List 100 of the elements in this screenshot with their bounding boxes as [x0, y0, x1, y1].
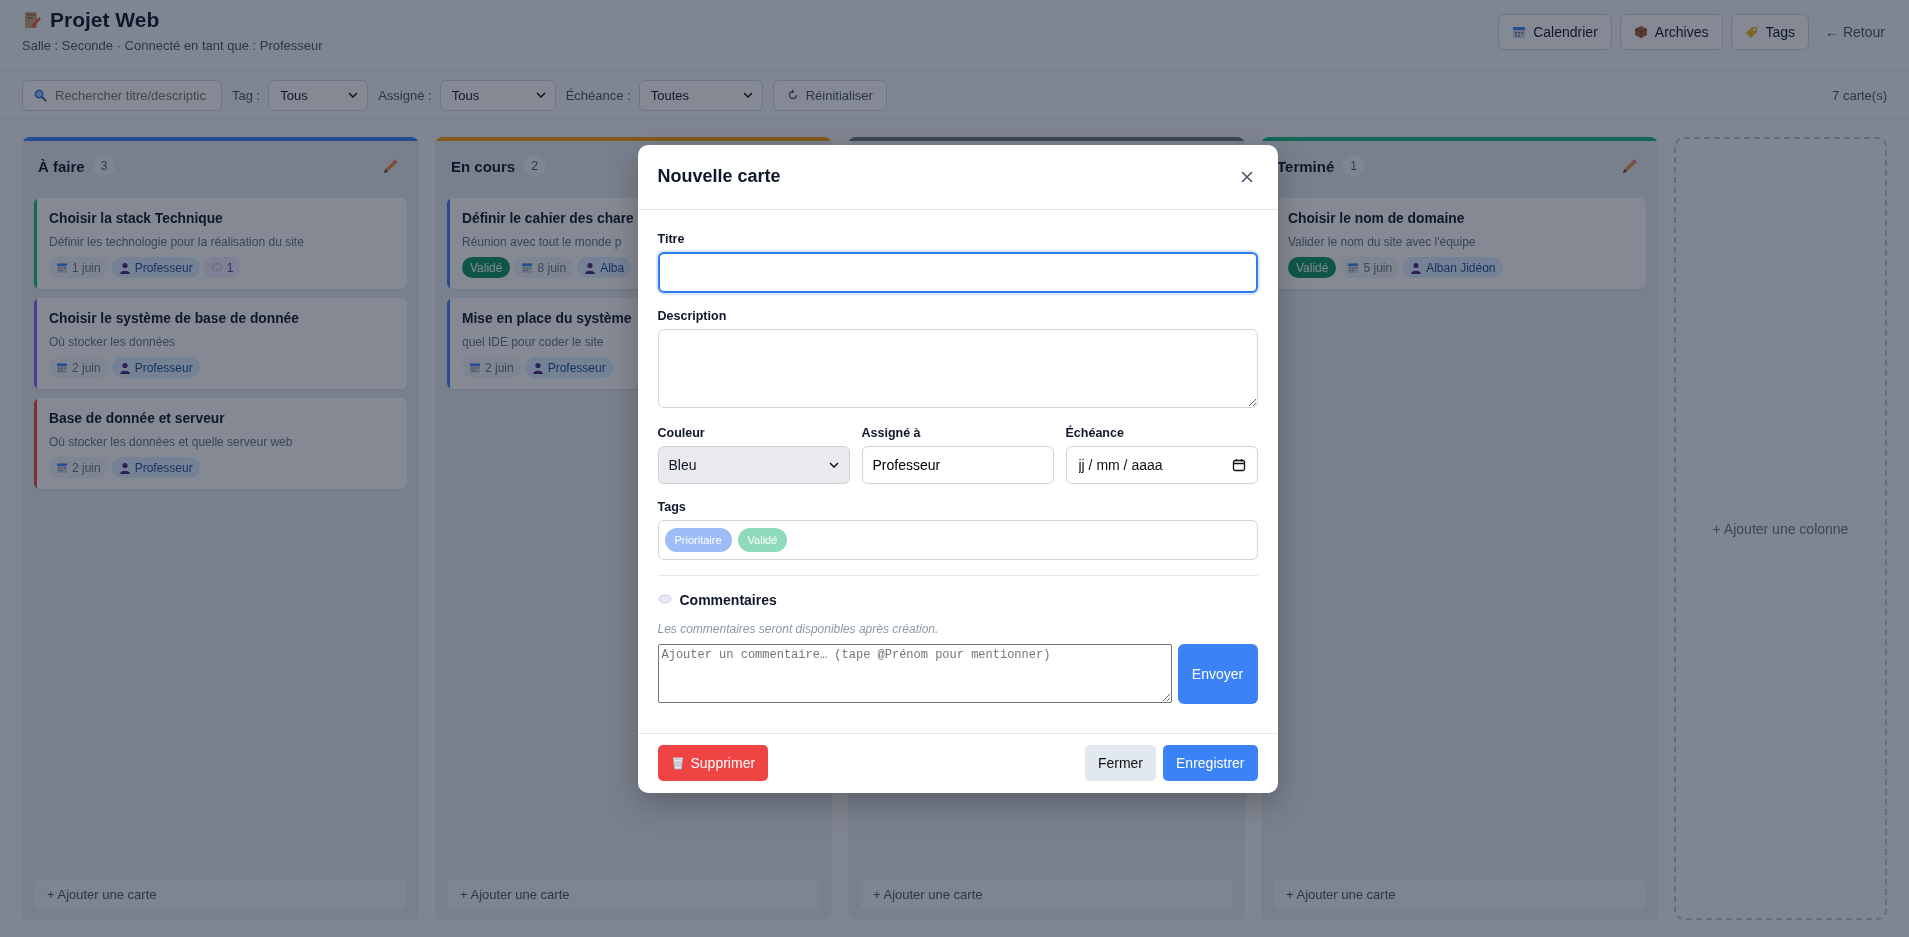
comment-count: 1 [226, 260, 234, 275]
add-card-button[interactable]: + Ajouter une carte [34, 879, 407, 910]
comment-input[interactable]: Ajouter un commentaire… (tape @Prénom pour mentionner) [657, 643, 1172, 703]
save-button[interactable]: Enregistrer [1163, 745, 1258, 781]
assignee-name: Alba [600, 260, 625, 275]
back-link[interactable]: ← Retour [1825, 24, 1885, 40]
color-dropdown[interactable]: Bleu [657, 445, 850, 484]
card-title: Base de donnée et serveur [49, 411, 225, 426]
calendar-icon [521, 261, 534, 274]
card-description: Définir les technologie pour la réalisation du site [49, 235, 304, 249]
due-date: 5 juin [1363, 260, 1393, 275]
title-input[interactable] [657, 251, 1258, 293]
notepad-icon [22, 10, 42, 30]
add-card-button[interactable]: + Ajouter une carte [1273, 879, 1646, 910]
field-label: Assigné à [861, 425, 922, 440]
person-icon [118, 261, 131, 274]
person-icon [1410, 261, 1423, 274]
assignee-name: Professeur [134, 360, 193, 375]
calendar-icon[interactable] [1231, 457, 1246, 472]
trash-icon [670, 756, 685, 770]
assignee-input[interactable]: Professeur [861, 445, 1054, 484]
card-title: Mise en place du système [462, 311, 632, 326]
tag-icon [1744, 25, 1759, 39]
calendar-icon [56, 261, 68, 274]
assignee-name: Professeur [134, 460, 193, 475]
refresh-icon [786, 89, 799, 101]
due-date: 8 juin [537, 260, 567, 275]
due-date: 1 juin [72, 260, 101, 275]
column-count: 1 [1342, 156, 1365, 176]
add-card-button[interactable]: + Ajouter une carte [447, 879, 820, 910]
chevron-down-icon [742, 92, 753, 98]
box-icon [1633, 25, 1648, 39]
field-label: Couleur [657, 425, 706, 440]
column-count: 2 [523, 156, 546, 176]
filter-label: Assigné : [378, 87, 432, 103]
archives-button[interactable]: Archives [1619, 14, 1723, 50]
person-icon [118, 361, 131, 374]
project-subtitle: Salle : Seconde · Connecté en tant que : Professeur [22, 38, 323, 53]
status-tag: Validé [462, 257, 511, 278]
calendar-icon [469, 361, 481, 374]
task-card[interactable]: Choisir le système de base de donnée Où stocker les données 2 juin Professeur [34, 298, 407, 389]
due-date-input[interactable]: jj / mm / aaaa [1065, 445, 1258, 484]
due-date: 2 juin [72, 460, 101, 475]
add-column-button[interactable]: + Ajouter une colonne [1674, 137, 1887, 920]
card-description: Où stocker les données et quelle serveur web [49, 435, 293, 449]
filter-dropdown[interactable]: Tous [268, 79, 369, 111]
task-card[interactable]: Base de donnée et serveur Où stocker les données et quelle serveur web 2 juin Professeur [34, 398, 407, 489]
calendar-button[interactable]: Calendrier [1498, 14, 1612, 50]
column-title: À faire [38, 157, 85, 175]
delete-button[interactable]: Supprimer [657, 745, 769, 781]
speech-bubble-icon [210, 261, 223, 274]
close-button[interactable]: Fermer [1084, 745, 1157, 781]
status-tag: Validé [1288, 257, 1337, 278]
chevron-down-icon [535, 92, 546, 98]
card-title: Définir le cahier des chare [462, 211, 634, 226]
description-input[interactable] [657, 328, 1258, 408]
speech-bubble-icon [657, 592, 672, 607]
column-title: En cours [451, 157, 516, 175]
person-icon [118, 461, 131, 474]
tags-button[interactable]: Tags [1730, 14, 1810, 50]
dialog-title: Nouvelle carte [657, 166, 781, 187]
filter-label: Tag : [232, 87, 261, 103]
calendar-icon [1347, 261, 1360, 274]
assignee-name: Professeur [547, 360, 606, 375]
filter-dropdown[interactable]: Toutes [638, 79, 763, 111]
task-card[interactable]: Choisir la stack Technique Définir les technologie pour la réalisation du site 1 juin Professeur 1 [34, 198, 407, 289]
person-icon [584, 261, 597, 274]
calendar-icon [1512, 25, 1527, 39]
card-title: Choisir le système de base de donnée [49, 311, 299, 326]
assignee-name: Alban Jidéon [1426, 260, 1496, 275]
search-field[interactable]: Rechercher titre/descriptic [22, 79, 222, 111]
card-title: Choisir la stack Technique [49, 211, 223, 226]
card-description: quel IDE pour coder le site [462, 335, 604, 349]
search-icon [34, 88, 47, 102]
due-date: 2 juin [485, 360, 514, 375]
close-icon[interactable] [1239, 169, 1254, 184]
calendar-icon [56, 361, 68, 374]
card-description: Réunion avec tout le monde p [462, 235, 622, 249]
filter-label: Échéance : [565, 87, 631, 103]
field-label: Description [657, 308, 728, 323]
column-title: Terminé [1277, 157, 1335, 175]
comments-heading: Commentaires [679, 591, 777, 608]
person-icon [531, 361, 544, 374]
filter-dropdown[interactable]: Tous [439, 79, 556, 111]
reset-button[interactable]: Réinitialiser [772, 79, 887, 111]
chevron-down-icon [828, 461, 839, 468]
card-count: 7 carte(s) [1832, 87, 1887, 103]
pencil-icon[interactable] [382, 157, 399, 175]
field-label: Échéance [1065, 425, 1125, 440]
card-title: Choisir le nom de domaine [1288, 211, 1465, 226]
card-description: Valider le nom du site avec l'équipe [1288, 235, 1476, 249]
assignee-name: Professeur [134, 260, 193, 275]
send-button[interactable]: Envoyer [1177, 643, 1258, 704]
card-description: Où stocker les données [49, 335, 176, 349]
due-date: 2 juin [72, 360, 101, 375]
calendar-icon [56, 461, 68, 474]
pencil-icon[interactable] [1621, 157, 1638, 175]
field-label: Titre [657, 231, 686, 246]
add-card-button[interactable]: + Ajouter une carte [860, 879, 1233, 910]
comments-note: Les commentaires seront disponibles après création. [657, 621, 940, 636]
